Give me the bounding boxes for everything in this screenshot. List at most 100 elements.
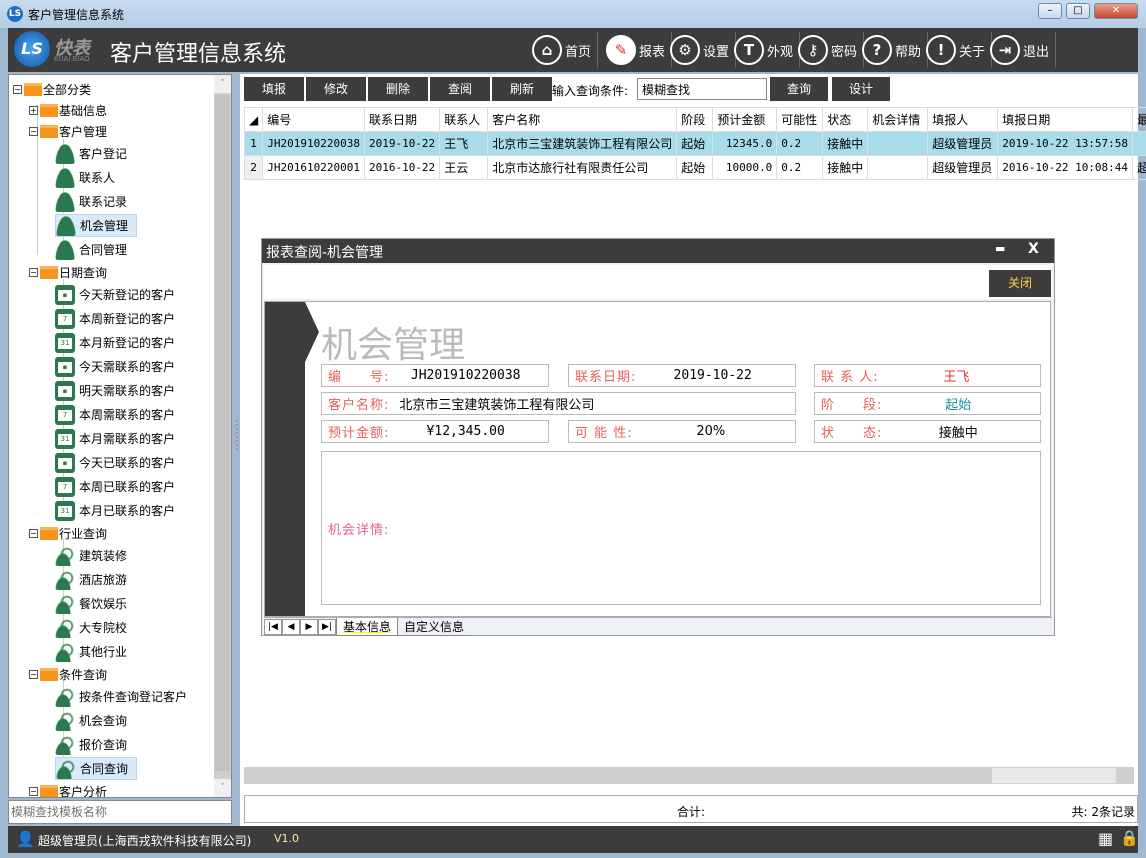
collapse-icon[interactable]: − (29, 786, 38, 796)
close-window-button[interactable]: ✕ (1094, 3, 1138, 19)
table-cell: 北京市达旅行社有限责任公司 (487, 155, 678, 180)
tree-item[interactable]: 31 本月新登记的客户 (55, 331, 183, 354)
nav-report-button[interactable]: ✎ 报表 (606, 32, 673, 68)
column-header[interactable]: 预计金额 (712, 107, 778, 132)
tree-item[interactable]: 建筑装修 (55, 544, 135, 567)
dialog-close-icon[interactable]: X (1028, 241, 1039, 257)
scroll-thumb[interactable] (992, 768, 1116, 783)
nav-help-button[interactable]: ? 帮助 (862, 32, 929, 68)
tree-item[interactable]: 31 本月已联系的客户 (55, 499, 183, 522)
collapse-icon[interactable]: − (29, 528, 38, 538)
tree-item[interactable]: 其他行业 (55, 640, 135, 663)
tree-item[interactable]: 合同查询 (55, 757, 138, 780)
tree-item[interactable]: 按条件查询登记客户 (55, 685, 195, 708)
nav-home-button[interactable]: ⌂ 首页 (532, 32, 599, 68)
maximize-button[interactable]: □ (1066, 3, 1090, 19)
last-page-icon[interactable]: ▶| (318, 618, 336, 635)
tree-item[interactable]: 餐饮娱乐 (55, 592, 135, 615)
fill-button[interactable]: 填报 (244, 77, 304, 101)
tree-folder-basic[interactable]: + 基础信息 (29, 100, 107, 120)
nav-appearance-button[interactable]: T 外观 (734, 32, 801, 68)
prev-page-icon[interactable]: ◀ (282, 618, 300, 635)
query-button[interactable]: 查询 (770, 77, 828, 101)
column-header[interactable]: 编号 (262, 107, 365, 132)
tree-item[interactable]: 报价查询 (55, 733, 135, 756)
nav-settings-button[interactable]: ⚙ 设置 (670, 32, 737, 68)
column-header[interactable]: 填报日期 (997, 107, 1134, 132)
sum-label: 合计: (677, 805, 706, 819)
nav-exit-button[interactable]: ⇥ 退出 (990, 32, 1057, 68)
column-header[interactable]: 状态 (822, 107, 869, 132)
table-cell: 2016-10-22 (363, 155, 441, 180)
scroll-down-icon[interactable]: ˅ (214, 779, 231, 797)
dialog-minimize-icon[interactable]: ▬ (995, 242, 1005, 255)
nav-password-button[interactable]: ⚷ 密码 (798, 32, 865, 68)
column-header[interactable]: 联系日期 (363, 107, 441, 132)
tree-scrollbar[interactable]: ˄ ˅ (214, 75, 231, 797)
tree-item[interactable]: 客户登记 (55, 142, 135, 165)
close-dialog-button[interactable]: 关闭 (989, 270, 1051, 297)
tree-item[interactable]: 合同管理 (55, 238, 135, 261)
tree-label: 全部分类 (43, 82, 92, 97)
tree-item[interactable]: 联系人 (55, 166, 123, 189)
tree-item[interactable]: ▪ 今天已联系的客户 (55, 451, 183, 474)
table-row[interactable]: 1 JH201910220038 2019-10-22 王飞 北京市三宝建筑装饰工程有限… (243, 131, 1146, 156)
column-header[interactable]: 可能性 (776, 107, 824, 132)
field-amount: 预计金额: ¥12,345.00 (321, 420, 549, 443)
scroll-thumb[interactable] (215, 95, 230, 771)
column-header[interactable]: 填报人 (927, 107, 999, 132)
tree-item[interactable]: 7 本周已联系的客户 (55, 475, 183, 498)
column-header[interactable]: 机会详情 (867, 107, 929, 132)
nav-about-button[interactable]: ! 关于 (926, 32, 993, 68)
delete-button[interactable]: 删除 (368, 77, 428, 101)
tree-item[interactable]: ▪ 明天需联系的客户 (55, 379, 183, 402)
template-search-input[interactable] (8, 800, 232, 824)
tree-item[interactable]: 酒店旅游 (55, 568, 135, 591)
tree-item[interactable]: ▪ 今天新登记的客户 (55, 283, 183, 306)
column-header[interactable]: 联系人 (439, 107, 489, 132)
table-row[interactable]: 2 JH201610220001 2016-10-22 王云 北京市达旅行社有限责任公司… (243, 155, 1146, 180)
horizontal-scrollbar[interactable] (244, 767, 1134, 784)
view-button[interactable]: 查阅 (430, 77, 490, 101)
tree-folder-industry[interactable]: − 行业查询 (29, 523, 107, 543)
minimize-button[interactable]: – (1038, 3, 1062, 19)
query-input[interactable] (637, 78, 767, 100)
collapse-icon[interactable]: − (29, 669, 38, 679)
tree-item[interactable]: 31 本月需联系的客户 (55, 427, 183, 450)
tree-folder-analysis[interactable]: − 客户分析 (29, 781, 107, 797)
tree-item[interactable]: 机会管理 (55, 214, 138, 237)
field-value: 北京市三宝建筑装饰工程有限公司 (399, 398, 595, 413)
column-header[interactable]: 阶段 (676, 107, 714, 132)
scroll-up-icon[interactable]: ˄ (214, 75, 231, 93)
tree-folder-date[interactable]: − 日期查询 (29, 262, 107, 282)
tab-custom-info[interactable]: 自定义信息 (398, 618, 471, 636)
window-title: 客户管理信息系统 (28, 8, 125, 22)
next-page-icon[interactable]: ▶ (300, 618, 318, 635)
collapse-icon[interactable]: − (29, 267, 38, 277)
tree-item[interactable]: 联系记录 (55, 190, 135, 213)
lock-icon[interactable]: 🔒 (1120, 829, 1139, 847)
design-button[interactable]: 设计 (832, 77, 890, 101)
collapse-icon[interactable]: − (13, 84, 22, 94)
expand-icon[interactable]: + (29, 105, 38, 115)
grid-menu-icon[interactable]: ▦ (1098, 829, 1113, 848)
refresh-button[interactable]: 刷新 (492, 77, 552, 101)
tree-item[interactable]: 7 本周新登记的客户 (55, 307, 183, 330)
tree-item[interactable]: 大专院校 (55, 616, 135, 639)
field-value: 起始 (945, 398, 972, 413)
tree-item[interactable]: ▪ 今天需联系的客户 (55, 355, 183, 378)
collapse-icon[interactable]: − (29, 126, 38, 136)
tree-label: 本周已联系的客户 (79, 480, 176, 494)
first-page-icon[interactable]: |◀ (264, 618, 282, 635)
report-dialog: 报表查阅-机会管理 ▬ X 关闭 机会管理 编 号: JH201910220038… (261, 238, 1055, 636)
tree-folder-root[interactable]: − 全部分类 (13, 79, 91, 99)
tree-folder-customer[interactable]: − 客户管理 (29, 121, 107, 141)
tab-basic-info[interactable]: 基本信息 (336, 617, 399, 636)
edit-button[interactable]: 修改 (306, 77, 366, 101)
column-header[interactable]: 最 (1132, 107, 1146, 132)
tree-folder-condition[interactable]: − 条件查询 (29, 664, 107, 684)
tree-item[interactable]: 7 本周需联系的客户 (55, 403, 183, 426)
tree-item[interactable]: 机会查询 (55, 709, 135, 732)
column-header[interactable]: 客户名称 (487, 107, 678, 132)
field-value: ¥12,345.00 (426, 424, 505, 439)
